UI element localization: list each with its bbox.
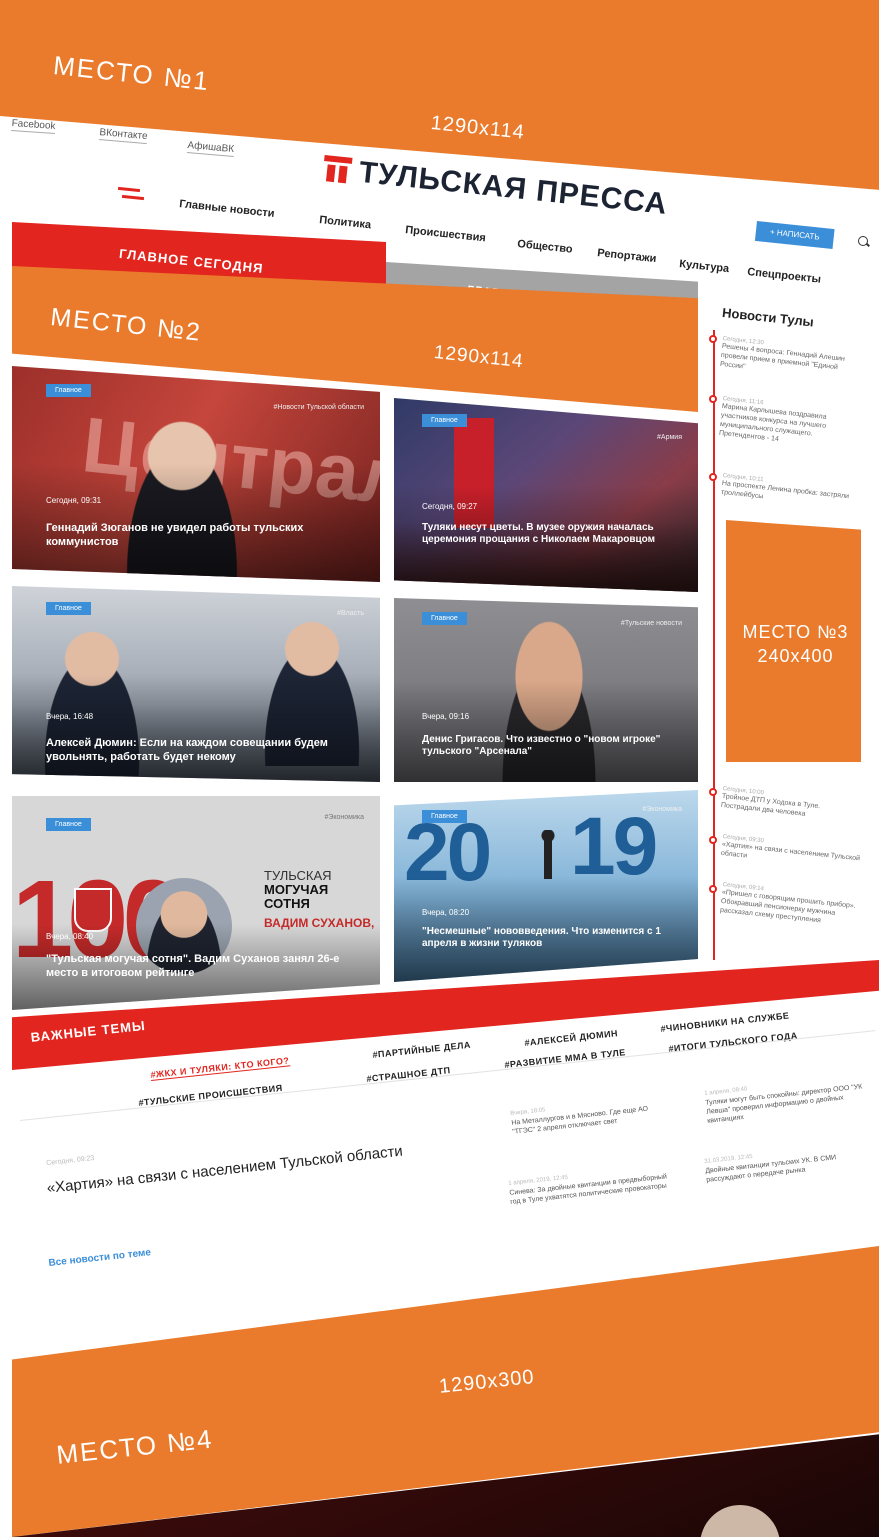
- card-time: Вчера, 09:16: [422, 712, 470, 721]
- card-time: Сегодня, 09:27: [422, 502, 478, 511]
- sidebar-news-item[interactable]: Сегодня, 11:16 Марина Карлышева поздрави…: [719, 396, 863, 452]
- card-title[interactable]: Геннадий Зюганов не увидел работы тульск…: [46, 521, 360, 549]
- social-link-facebook[interactable]: Facebook: [11, 118, 56, 135]
- sotnya-line-3: СОТНЯ: [264, 896, 310, 911]
- topic-link[interactable]: #ЧИНОВНИКИ НА СЛУЖБЕ: [660, 1010, 790, 1033]
- sidebar-timeline: [713, 330, 715, 960]
- sidebar-news-item[interactable]: Сегодня, 09:14 «Пришел с говорящим проши…: [720, 882, 863, 929]
- topic-side-item[interactable]: 1 апреля, 08:40 Туляки могут быть спокой…: [704, 1073, 867, 1126]
- sotnya-line-2: МОГУЧАЯ: [264, 882, 329, 897]
- timeline-dot: [709, 836, 717, 844]
- nav-culture[interactable]: Культура: [679, 258, 730, 275]
- page-mockup: МЕСТО №1 1290x114 Facebook ВКонтакте Афи…: [0, 0, 879, 1537]
- timeline-dot: [709, 885, 717, 893]
- burger-line: [121, 194, 145, 201]
- timeline-dot: [709, 395, 717, 403]
- sotnya-line-1: ТУЛЬСКАЯ: [264, 868, 332, 883]
- card-badge[interactable]: Главное: [46, 384, 91, 397]
- news-card[interactable]: Централ Главное #Новости Тульской област…: [12, 366, 380, 582]
- sidebar-news-item[interactable]: Сегодня, 10:11 На проспекте Ленина пробк…: [720, 473, 862, 512]
- menu-burger-icon[interactable]: [117, 186, 145, 201]
- timeline-dot: [709, 335, 717, 343]
- card-tag[interactable]: #Власть: [337, 610, 364, 617]
- nav-special[interactable]: Спецпроекты: [747, 266, 822, 286]
- topic-main-time: Сегодня, 09:23: [46, 1154, 95, 1167]
- card-shade: [394, 680, 698, 782]
- topic-link[interactable]: #СТРАШНОЕ ДТП: [366, 1065, 451, 1084]
- topic-link[interactable]: #ПАРТИЙНЫЕ ДЕЛА: [372, 1040, 471, 1060]
- ad-place-3-size: 240x400: [757, 646, 834, 666]
- card-tag[interactable]: #Армия: [657, 434, 682, 441]
- social-link-afisha[interactable]: АфишаВК: [186, 140, 235, 158]
- card-badge[interactable]: Главное: [46, 818, 91, 831]
- card-title[interactable]: "Тульская могучая сотня". Вадим Суханов …: [46, 952, 360, 980]
- news-card[interactable]: 20 19 Главное #Экономика Вчера, 08:20 "Н…: [394, 790, 698, 982]
- write-button[interactable]: + НАПИСАТЬ: [754, 221, 835, 250]
- topic-main-title[interactable]: «Хартия» на связи с населением Тульской …: [46, 1143, 404, 1197]
- sidebar-news-item[interactable]: Сегодня, 10:00 Тройное ДТП у Ходока в Ту…: [720, 786, 862, 825]
- logo-mark-icon: [322, 155, 353, 184]
- nav-politics[interactable]: Политика: [319, 214, 372, 231]
- card-title[interactable]: Денис Григасов. Что известно о "новом иг…: [422, 734, 678, 758]
- card-badge[interactable]: Главное: [422, 414, 467, 427]
- topic-side-item[interactable]: Вчера, 18:05 На Металлургов и в Мясново.…: [510, 1093, 672, 1137]
- topic-link[interactable]: #АЛЕКСЕЙ ДЮМИН: [524, 1028, 618, 1048]
- nav-reports[interactable]: Репортажи: [597, 247, 657, 265]
- search-icon[interactable]: [858, 236, 868, 246]
- all-news-link[interactable]: Все новости по теме: [48, 1247, 151, 1269]
- card-time: Вчера, 16:48: [46, 712, 94, 721]
- timeline-dot: [709, 788, 717, 796]
- card-tag[interactable]: #Тульские новости: [621, 620, 682, 627]
- nav-main-news[interactable]: Главные новости: [179, 198, 275, 220]
- card-tag[interactable]: #Новости Тульской области: [274, 404, 364, 411]
- card-time: Вчера, 08:40: [46, 932, 94, 941]
- card-title[interactable]: Туляки несут цветы. В музее оружия начал…: [422, 522, 678, 546]
- topic-link[interactable]: #ЖКХ И ТУЛЯКИ: КТО КОГО?: [150, 1055, 290, 1081]
- card-badge[interactable]: Главное: [422, 810, 467, 823]
- topic-side-item[interactable]: 1 апреля, 2019, 12:45 Синева: За двойные…: [508, 1163, 670, 1207]
- card-shade: [12, 674, 380, 782]
- card-tag[interactable]: #Экономика: [324, 814, 364, 821]
- sidebar-news-item[interactable]: Сегодня, 12:30 Решены 4 вопроса: Геннади…: [720, 336, 863, 383]
- sidebar-title: Новости Тулы: [721, 305, 815, 330]
- card-badge[interactable]: Главное: [422, 612, 467, 625]
- timeline-dot: [709, 473, 717, 481]
- card-title[interactable]: Алексей Дюмин: Если на каждом совещании …: [46, 736, 360, 764]
- burger-line: [117, 186, 141, 193]
- card-time: Вчера, 08:20: [422, 908, 470, 917]
- card-title[interactable]: "Несмешные" нововведения. Что изменится …: [422, 926, 678, 950]
- card-tag[interactable]: #Экономика: [642, 806, 682, 813]
- sidebar-news-item[interactable]: Сегодня, 09:30 «Хартия» на связи с насел…: [720, 834, 862, 873]
- social-link-vk[interactable]: ВКонтакте: [98, 127, 148, 145]
- card-time: Сегодня, 09:31: [46, 496, 102, 505]
- nav-society[interactable]: Общество: [517, 238, 573, 256]
- nav-incidents[interactable]: Происшествия: [405, 224, 487, 244]
- ad-place-3-title: МЕСТО №3: [742, 622, 849, 642]
- news-card[interactable]: Главное #Армия Сегодня, 09:27 Туляки нес…: [394, 398, 698, 592]
- news-card[interactable]: Главное #Власть Вчера, 16:48 Алексей Дюм…: [12, 586, 380, 782]
- news-card[interactable]: 100 ТУЛЬСКАЯ МОГУЧАЯ СОТНЯ ВАДИМ СУХАНОВ…: [12, 796, 380, 1010]
- news-card[interactable]: Главное #Тульские новости Вчера, 09:16 Д…: [394, 598, 698, 782]
- card-badge[interactable]: Главное: [46, 602, 91, 615]
- topic-side-item[interactable]: 31.03.2019, 12:45 Двойные квитанции туль…: [704, 1141, 866, 1185]
